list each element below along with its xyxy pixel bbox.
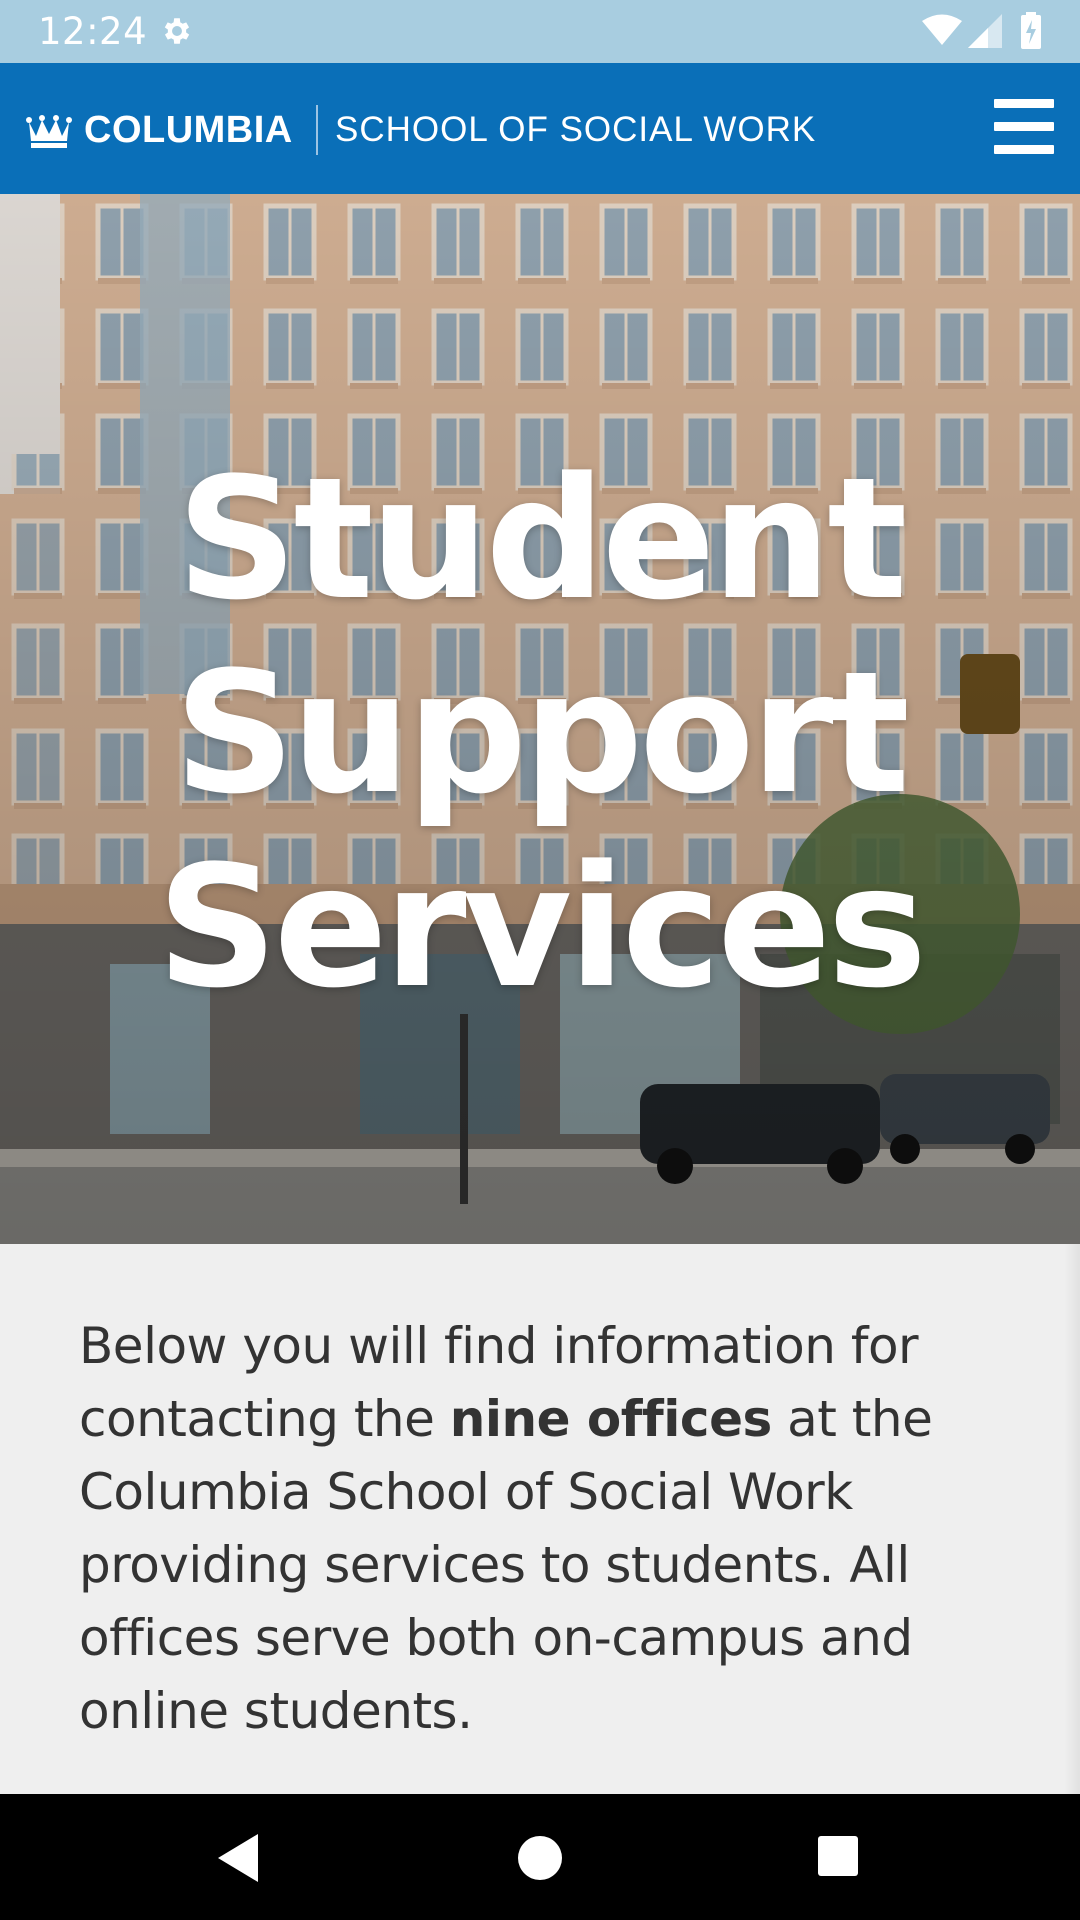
system-nav-bar	[0, 1794, 1080, 1920]
hamburger-menu-icon[interactable]	[994, 99, 1054, 155]
signal-icon	[968, 14, 1002, 48]
status-time: 12:24	[38, 10, 148, 53]
hero-title-line: Services	[156, 829, 927, 1025]
intro-paragraph: Below you will find information for cont…	[79, 1310, 979, 1748]
wifi-icon	[922, 14, 962, 45]
brand-columbia[interactable]: COLUMBIA	[84, 107, 293, 153]
crown-logo-icon[interactable]	[26, 110, 72, 150]
brand-divider	[316, 105, 318, 155]
hero-title: Student Support Services	[0, 442, 1080, 1024]
hero-title-line: Student	[176, 441, 907, 637]
site-header: COLUMBIA SCHOOL OF SOCIAL WORK	[0, 63, 1080, 194]
recents-icon[interactable]	[818, 1836, 858, 1876]
hero-title-line: Support	[174, 635, 910, 831]
gear-icon	[164, 18, 190, 44]
home-icon[interactable]	[518, 1836, 562, 1880]
status-bar: 12:24	[0, 0, 1080, 63]
back-icon[interactable]	[214, 1832, 262, 1884]
brand-school-name[interactable]: SCHOOL OF SOCIAL WORK	[335, 107, 816, 153]
scroll-shadow	[1064, 1244, 1080, 1794]
intro-highlight: nine offices	[449, 1390, 772, 1448]
hero-banner: Student Support Services	[0, 194, 1080, 1244]
battery-icon	[1021, 12, 1041, 49]
